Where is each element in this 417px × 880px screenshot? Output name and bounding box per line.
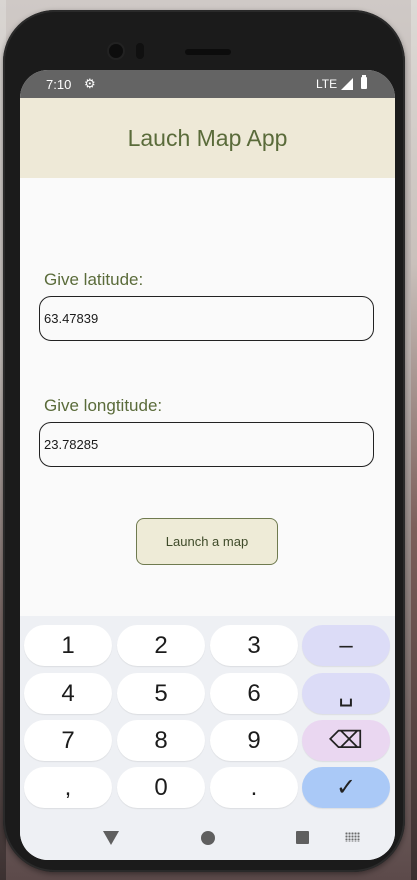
back-icon[interactable]	[103, 831, 119, 845]
signal-icon	[341, 78, 353, 90]
latitude-value: 63.47839	[44, 311, 99, 326]
key-7[interactable]: 7	[24, 720, 112, 761]
checkmark-icon[interactable]: ✓	[302, 767, 390, 808]
backspace-icon[interactable]: ⌫	[302, 720, 390, 761]
latitude-field[interactable]: 63.47839	[39, 296, 374, 341]
key-5[interactable]: 5	[117, 673, 205, 714]
device-screen: 7:10 ⚙ LTE Lauch Map App Give latitude: …	[20, 70, 395, 860]
longitude-field[interactable]: 23.78285	[39, 422, 374, 467]
status-time: 7:10	[46, 77, 72, 92]
camera-sensor	[136, 43, 144, 59]
longitude-value: 23.78285	[44, 437, 99, 452]
key-9[interactable]: 9	[210, 720, 298, 761]
launch-map-button[interactable]: Launch a map	[136, 518, 278, 565]
key-2[interactable]: 2	[117, 625, 205, 666]
longitude-label: Give longtitude:	[44, 396, 163, 415]
keyboard-switch-icon[interactable]	[345, 832, 360, 842]
numeric-keyboard: 1 2 3 – 4 5 6 ␣ 7 8 9 ⌫ , 0 . ✓	[20, 616, 395, 816]
gear-icon: ⚙	[84, 76, 96, 91]
battery-icon	[361, 75, 367, 89]
home-icon[interactable]	[201, 831, 215, 845]
app-bar: Lauch Map App	[20, 98, 395, 178]
key-1[interactable]: 1	[24, 625, 112, 666]
space-key-icon[interactable]: ␣	[302, 673, 390, 714]
key-4[interactable]: 4	[24, 673, 112, 714]
system-navigation-bar	[20, 816, 395, 860]
network-type: LTE	[316, 77, 338, 91]
key-comma[interactable]: ,	[24, 767, 112, 808]
earpiece-speaker	[185, 49, 231, 55]
phone-frame: 7:10 ⚙ LTE Lauch Map App Give latitude: …	[3, 10, 405, 872]
key-6[interactable]: 6	[210, 673, 298, 714]
key-period[interactable]: .	[210, 767, 298, 808]
key-0[interactable]: 0	[117, 767, 205, 808]
page-title: Lauch Map App	[127, 125, 288, 151]
key-3[interactable]: 3	[210, 625, 298, 666]
status-bar: 7:10 ⚙ LTE	[20, 70, 395, 98]
recent-apps-icon[interactable]	[296, 831, 309, 844]
key-minus[interactable]: –	[302, 625, 390, 666]
camera-lens	[109, 44, 123, 58]
key-8[interactable]: 8	[117, 720, 205, 761]
latitude-label: Give latitude:	[44, 270, 144, 289]
wallpaper-right	[411, 0, 417, 880]
